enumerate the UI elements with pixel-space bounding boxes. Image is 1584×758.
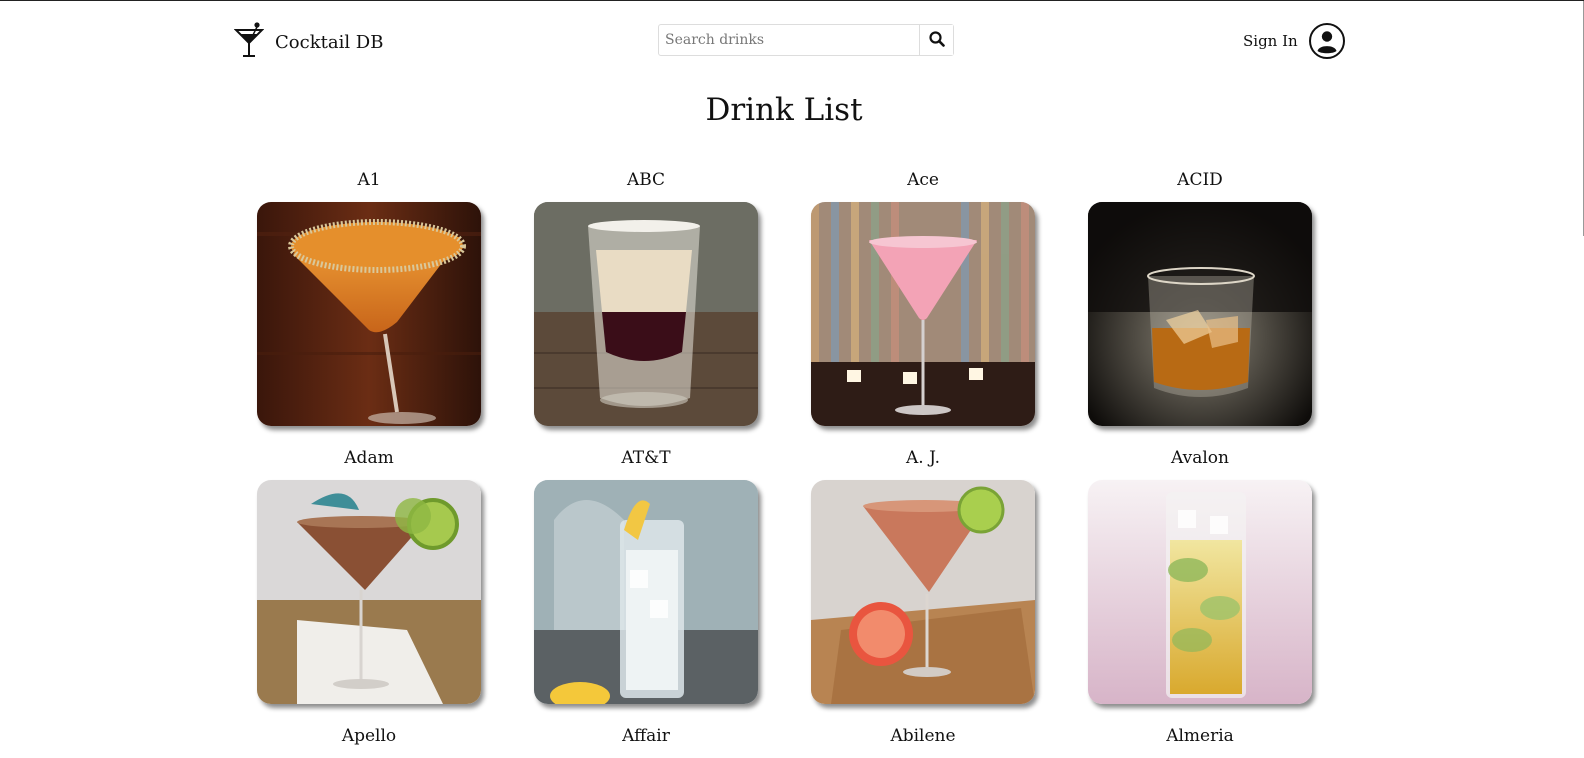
drink-image[interactable] (811, 202, 1035, 426)
brand-link[interactable]: Cocktail DB (233, 21, 384, 63)
drink-name: ACID (1177, 170, 1223, 190)
user-circle-icon[interactable] (1308, 22, 1346, 60)
drink-card[interactable]: Abilene (811, 724, 1035, 758)
drink-image[interactable] (1088, 480, 1312, 704)
drink-name: Almeria (1166, 726, 1234, 746)
drink-card[interactable]: A. J. (811, 446, 1035, 704)
drink-image[interactable] (1088, 202, 1312, 426)
drink-name: A. J. (906, 448, 940, 468)
drink-name: AT&T (621, 448, 671, 468)
drink-grid: A1 ABC Ace ACID Adam AT&T A. J. Avalon A… (257, 168, 1312, 758)
sign-in-label: Sign In (1243, 32, 1298, 50)
drink-card[interactable]: Avalon (1088, 446, 1312, 704)
drink-card[interactable]: A1 (257, 168, 481, 426)
drink-name: Affair (622, 726, 670, 746)
drink-card[interactable]: Adam (257, 446, 481, 704)
brand-name: Cocktail DB (275, 31, 384, 53)
drink-image[interactable] (257, 202, 481, 426)
search-button[interactable] (919, 25, 953, 55)
scrollbar-track[interactable] (1568, 1, 1584, 748)
drink-card[interactable]: Affair (534, 724, 758, 758)
sign-in-link[interactable]: Sign In (1243, 22, 1346, 60)
drink-image[interactable] (811, 480, 1035, 704)
drink-image[interactable] (257, 480, 481, 704)
drink-card[interactable]: Ace (811, 168, 1035, 426)
drink-name: ABC (626, 170, 666, 190)
cocktail-glass-icon (233, 21, 265, 63)
drink-name: Adam (344, 448, 394, 468)
drink-name: A1 (357, 170, 381, 190)
search-icon (928, 30, 945, 50)
drink-name: Apello (341, 726, 397, 746)
drink-card[interactable]: AT&T (534, 446, 758, 704)
drink-card[interactable]: ACID (1088, 168, 1312, 426)
search-bar (658, 24, 954, 56)
search-input[interactable] (659, 25, 919, 55)
site-header: Cocktail DB Sign In (0, 0, 1568, 82)
drink-card[interactable]: Apello (257, 724, 481, 758)
drink-name: Abilene (890, 726, 956, 746)
drink-card[interactable]: ABC (534, 168, 758, 426)
drink-image[interactable] (534, 480, 758, 704)
drink-name: Ace (907, 170, 939, 190)
drink-card[interactable]: Almeria (1088, 724, 1312, 758)
page-title: Drink List (705, 92, 863, 128)
drink-image[interactable] (534, 202, 758, 426)
drink-name: Avalon (1171, 448, 1229, 468)
